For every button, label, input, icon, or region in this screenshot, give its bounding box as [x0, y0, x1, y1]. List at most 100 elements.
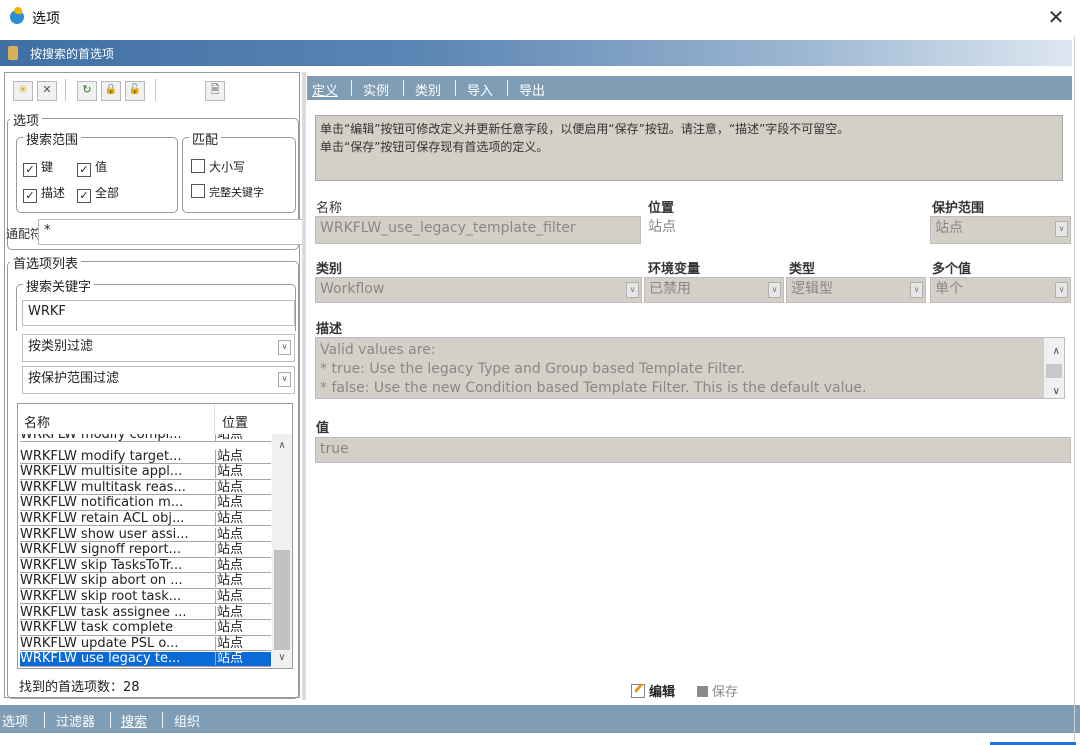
- save-icon: [697, 686, 708, 697]
- whole-word-checkbox[interactable]: 完整关键字: [191, 184, 264, 200]
- list-item-name: WRKFLW retain ACL obj...: [20, 512, 185, 525]
- list-item[interactable]: WRKFLW task complete 站点: [20, 621, 271, 636]
- list-item[interactable]: WRKFLW skip TasksToTr... 站点: [20, 558, 271, 574]
- list-item-location: 站点: [215, 465, 269, 479]
- list-item-location: 站点: [215, 512, 269, 525]
- location-field: 站点: [644, 216, 920, 242]
- app-icon: [10, 7, 24, 24]
- chevron-down-icon: ∨: [626, 282, 639, 298]
- result-count: 找到的首选项数：28: [19, 680, 140, 695]
- case-checkbox[interactable]: 大小写: [191, 158, 245, 175]
- pref-list-legend: 首选项列表: [10, 253, 82, 272]
- list-item[interactable]: WRKFLW modify target... 站点: [20, 449, 271, 464]
- scroll-up-icon[interactable]: ∧: [1053, 342, 1060, 361]
- scroll-down-icon[interactable]: ∨: [1053, 382, 1060, 401]
- list-item-location: 站点: [215, 527, 269, 541]
- search-key-input[interactable]: WRKF: [22, 300, 295, 326]
- list-item-name: WRKFLW signoff report...: [20, 543, 181, 557]
- list-scrollbar[interactable]: ∧ ∨: [272, 434, 292, 668]
- search-panel: ✳ ✕ ↻ 🔒 🔓 🗎 选项 搜索范围 ✓ 键 ✓ 值 ✓ 描述 ✓ 全部 匹配 大小写…: [4, 72, 303, 699]
- wildcard-input[interactable]: *: [38, 219, 303, 245]
- column-header-location[interactable]: 位置: [222, 412, 248, 431]
- window-edge: [1074, 36, 1075, 741]
- tab-category[interactable]: 类别: [415, 80, 441, 99]
- list-item-name: WRKFLW task complete: [20, 621, 174, 635]
- list-item[interactable]: WRKFLW multisite appl... 站点: [20, 465, 271, 480]
- desc-checkbox[interactable]: ✓ 描述: [23, 184, 65, 203]
- list-item[interactable]: WRKFLW task assignee ... 站点: [20, 605, 271, 620]
- list-item-location: 站点: [215, 558, 269, 572]
- chevron-down-icon: ∨: [910, 282, 923, 298]
- list-item[interactable]: WRKFLW signoff report... 站点: [20, 543, 271, 558]
- refresh-icon[interactable]: ↻: [77, 81, 97, 101]
- options-group: 选项 搜索范围 ✓ 键 ✓ 值 ✓ 描述 ✓ 全部 匹配 大小写 完整关键字 通配符 *: [6, 110, 303, 250]
- results-rows: WRKFLW modify compl...站点 WRKFLW modify ta…: [20, 434, 271, 668]
- instruction-line: 单击“保存”按钮可保存现有首选项的定义。: [320, 140, 549, 154]
- tab-definition[interactable]: 定义: [312, 80, 338, 99]
- tab-export[interactable]: 导出: [519, 80, 545, 99]
- preferences-icon: [8, 46, 18, 60]
- unlock-icon[interactable]: 🔓: [125, 81, 145, 101]
- list-item-location: 站点: [215, 621, 269, 635]
- value-field: true: [315, 437, 1071, 463]
- lock-icon[interactable]: 🔒: [101, 81, 121, 101]
- tab-search[interactable]: 搜索: [121, 711, 147, 730]
- edit-icon: [631, 684, 645, 698]
- add-icon[interactable]: ✳: [13, 81, 33, 101]
- close-icon[interactable]: ✕: [1046, 6, 1066, 28]
- tab-import[interactable]: 导入: [467, 80, 493, 99]
- window-title: 选项: [32, 11, 60, 27]
- location-label: 位置: [648, 201, 675, 216]
- tab-instances[interactable]: 实例: [363, 80, 389, 99]
- scroll-thumb[interactable]: [1046, 364, 1062, 378]
- list-item[interactable]: WRKFLW multitask reas... 站点: [20, 480, 271, 496]
- list-item-location: 站点: [215, 543, 269, 557]
- pref-results-list: 名称 位置 WRKFLW modify compl...站点WRKFLW mod…: [17, 403, 293, 669]
- list-item-name: WRKFLW multitask reas...: [20, 480, 186, 494]
- all-checkbox[interactable]: ✓ 全部: [77, 184, 119, 203]
- edit-button[interactable]: 编辑: [631, 681, 675, 700]
- chevron-down-icon: ∨: [278, 340, 291, 355]
- bottom-nav: 选项 过滤器 搜索 组织: [0, 705, 1080, 733]
- search-key-legend: 搜索关键字: [23, 276, 95, 295]
- list-item[interactable]: WRKFLW use legacy te... 站点: [20, 652, 271, 667]
- type-label: 类型: [789, 262, 816, 277]
- panel-header: 按搜索的首选项: [0, 40, 1072, 66]
- scroll-up-icon[interactable]: ∧: [272, 440, 292, 454]
- list-item[interactable]: WRKFLW modify compl...站点: [20, 434, 271, 443]
- description-scrollbar[interactable]: ∧ ∨: [1044, 338, 1064, 398]
- list-item-location: 站点: [215, 636, 269, 650]
- scroll-thumb[interactable]: [274, 550, 290, 650]
- instruction-box: 单击“编辑”按钮可修改定义并更新任意字段，以便启用“保存”按钮。请注意，“描述”…: [315, 115, 1063, 181]
- list-item[interactable]: WRKFLW retain ACL obj... 站点: [20, 512, 271, 527]
- delete-icon[interactable]: ✕: [37, 81, 57, 101]
- panel-splitter[interactable]: [302, 72, 306, 700]
- tab-options[interactable]: 选项: [2, 711, 28, 730]
- key-checkbox[interactable]: ✓ 键: [23, 158, 53, 177]
- scroll-down-icon[interactable]: ∨: [272, 652, 292, 666]
- env-var-select: 已禁用 ∨: [644, 277, 784, 303]
- tab-organize[interactable]: 组织: [174, 711, 200, 730]
- panel-header-title: 按搜索的首选项: [30, 47, 115, 61]
- tab-filters[interactable]: 过滤器: [56, 711, 95, 730]
- value-checkbox[interactable]: ✓ 值: [77, 158, 107, 177]
- scope-filter-select[interactable]: 按保护范围过滤 ∨: [22, 366, 295, 394]
- search-scope-legend: 搜索范围: [23, 129, 82, 148]
- list-item[interactable]: WRKFLW skip root task... 站点: [20, 590, 271, 605]
- value-label: 值: [316, 421, 330, 436]
- chevron-down-icon: ∨: [278, 372, 291, 387]
- list-item-location: 站点: [215, 480, 269, 494]
- category-filter-select[interactable]: 按类别过滤 ∨: [22, 334, 295, 362]
- list-item-name: WRKFLW multisite appl...: [20, 465, 183, 479]
- document-icon[interactable]: 🗎: [205, 81, 225, 101]
- column-header-name[interactable]: 名称: [24, 412, 50, 431]
- list-item[interactable]: WRKFLW update PSL o... 站点: [20, 636, 271, 652]
- category-select: Workflow ∨: [315, 277, 642, 303]
- list-item[interactable]: WRKFLW show user assi... 站点: [20, 527, 271, 542]
- type-select: 逻辑型 ∨: [786, 277, 926, 303]
- title-bar: 选项 ✕: [0, 0, 1080, 36]
- description-line: * false: Use the new Condition based Tem…: [320, 380, 867, 396]
- list-item[interactable]: WRKFLW skip abort on ... 站点: [20, 574, 271, 589]
- list-item[interactable]: WRKFLW notification m... 站点: [20, 496, 271, 511]
- chevron-down-icon: ∨: [768, 282, 781, 298]
